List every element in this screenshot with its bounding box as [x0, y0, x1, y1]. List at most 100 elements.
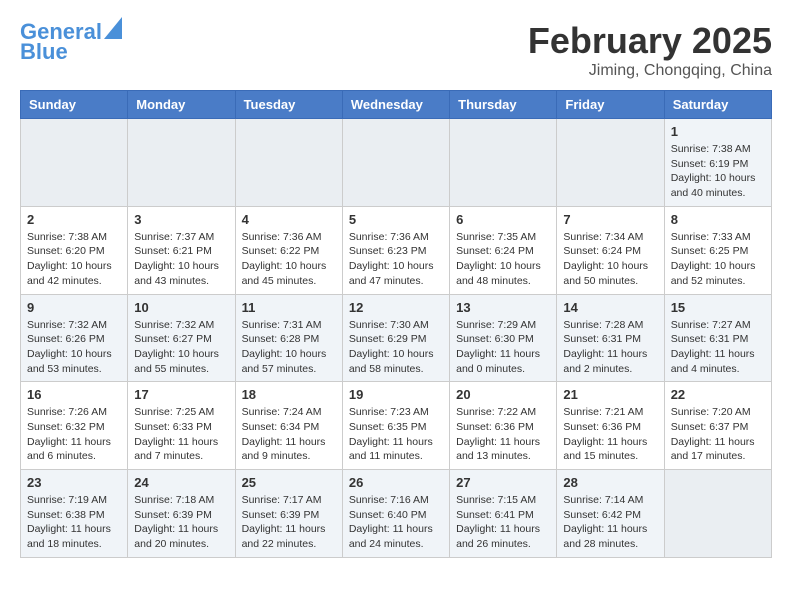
- day-info: Sunrise: 7:24 AM Sunset: 6:34 PM Dayligh…: [242, 405, 336, 464]
- calendar-cell: 11 Sunrise: 7:31 AM Sunset: 6:28 PM Dayli…: [235, 294, 342, 382]
- day-number: 4: [242, 212, 336, 227]
- calendar-week-row: 16 Sunrise: 7:26 AM Sunset: 6:32 PM Dayli…: [21, 382, 772, 470]
- day-number: 13: [456, 300, 550, 315]
- day-info: Sunrise: 7:14 AM Sunset: 6:42 PM Dayligh…: [563, 493, 657, 552]
- day-number: 2: [27, 212, 121, 227]
- calendar-cell: 5Sunrise: 7:36 AM Sunset: 6:23 PM Daylig…: [342, 206, 449, 294]
- day-info: Sunrise: 7:16 AM Sunset: 6:40 PM Dayligh…: [349, 493, 443, 552]
- day-number: 3: [134, 212, 228, 227]
- day-info: Sunrise: 7:38 AM Sunset: 6:19 PM Dayligh…: [671, 142, 765, 201]
- calendar-cell: 4 Sunrise: 7:36 AM Sunset: 6:22 PM Daylig…: [235, 206, 342, 294]
- day-number: 27: [456, 475, 550, 490]
- day-info: Sunrise: 7:36 AM Sunset: 6:23 PM Dayligh…: [349, 230, 443, 289]
- day-info: Sunrise: 7:31 AM Sunset: 6:28 PM Dayligh…: [242, 318, 336, 377]
- day-info: Sunrise: 7:28 AM Sunset: 6:31 PM Dayligh…: [563, 318, 657, 377]
- logo: General Blue: [20, 20, 122, 64]
- day-number: 21: [563, 387, 657, 402]
- calendar-cell: 15 Sunrise: 7:27 AM Sunset: 6:31 PM Dayli…: [664, 294, 771, 382]
- day-number: 7: [563, 212, 657, 227]
- logo-arrow-icon: [104, 17, 122, 39]
- month-title: February 2025: [528, 20, 772, 62]
- day-number: 14: [563, 300, 657, 315]
- calendar-cell: 2 Sunrise: 7:38 AM Sunset: 6:20 PM Daylig…: [21, 206, 128, 294]
- day-info: Sunrise: 7:36 AM Sunset: 6:22 PM Dayligh…: [242, 230, 336, 289]
- day-number: 23: [27, 475, 121, 490]
- calendar-cell: 8Sunrise: 7:33 AM Sunset: 6:25 PM Daylig…: [664, 206, 771, 294]
- calendar-week-row: 1Sunrise: 7:38 AM Sunset: 6:19 PM Daylig…: [21, 119, 772, 207]
- day-number: 12: [349, 300, 443, 315]
- calendar-cell: 27 Sunrise: 7:15 AM Sunset: 6:41 PM Dayli…: [450, 470, 557, 558]
- calendar-cell: 6Sunrise: 7:35 AM Sunset: 6:24 PM Daylig…: [450, 206, 557, 294]
- calendar-cell: 13 Sunrise: 7:29 AM Sunset: 6:30 PM Dayli…: [450, 294, 557, 382]
- day-number: 20: [456, 387, 550, 402]
- calendar-cell: 23Sunrise: 7:19 AM Sunset: 6:38 PM Dayli…: [21, 470, 128, 558]
- calendar-cell: 7 Sunrise: 7:34 AM Sunset: 6:24 PM Daylig…: [557, 206, 664, 294]
- day-info: Sunrise: 7:37 AM Sunset: 6:21 PM Dayligh…: [134, 230, 228, 289]
- day-info: Sunrise: 7:21 AM Sunset: 6:36 PM Dayligh…: [563, 405, 657, 464]
- day-number: 8: [671, 212, 765, 227]
- weekday-header-wednesday: Wednesday: [342, 91, 449, 119]
- day-number: 6: [456, 212, 550, 227]
- day-info: Sunrise: 7:27 AM Sunset: 6:31 PM Dayligh…: [671, 318, 765, 377]
- calendar-cell: 10 Sunrise: 7:32 AM Sunset: 6:27 PM Dayli…: [128, 294, 235, 382]
- calendar-header-row: SundayMondayTuesdayWednesdayThursdayFrid…: [21, 91, 772, 119]
- location: Jiming, Chongqing, China: [528, 62, 772, 80]
- calendar-cell: 16 Sunrise: 7:26 AM Sunset: 6:32 PM Dayli…: [21, 382, 128, 470]
- day-number: 15: [671, 300, 765, 315]
- calendar-cell: [21, 119, 128, 207]
- calendar-cell: [342, 119, 449, 207]
- calendar-cell: 25 Sunrise: 7:17 AM Sunset: 6:39 PM Dayli…: [235, 470, 342, 558]
- day-info: Sunrise: 7:32 AM Sunset: 6:26 PM Dayligh…: [27, 318, 121, 377]
- calendar-cell: 20 Sunrise: 7:22 AM Sunset: 6:36 PM Dayli…: [450, 382, 557, 470]
- day-info: Sunrise: 7:18 AM Sunset: 6:39 PM Dayligh…: [134, 493, 228, 552]
- day-info: Sunrise: 7:29 AM Sunset: 6:30 PM Dayligh…: [456, 318, 550, 377]
- day-number: 26: [349, 475, 443, 490]
- day-number: 25: [242, 475, 336, 490]
- calendar-cell: 22 Sunrise: 7:20 AM Sunset: 6:37 PM Dayli…: [664, 382, 771, 470]
- weekday-header-thursday: Thursday: [450, 91, 557, 119]
- day-number: 9: [27, 300, 121, 315]
- weekday-header-sunday: Sunday: [21, 91, 128, 119]
- day-info: Sunrise: 7:20 AM Sunset: 6:37 PM Dayligh…: [671, 405, 765, 464]
- page-header: General Blue February 2025 Jiming, Chong…: [20, 20, 772, 80]
- weekday-header-monday: Monday: [128, 91, 235, 119]
- calendar-cell: 9 Sunrise: 7:32 AM Sunset: 6:26 PM Daylig…: [21, 294, 128, 382]
- day-info: Sunrise: 7:17 AM Sunset: 6:39 PM Dayligh…: [242, 493, 336, 552]
- calendar-cell: 18 Sunrise: 7:24 AM Sunset: 6:34 PM Dayli…: [235, 382, 342, 470]
- day-info: Sunrise: 7:15 AM Sunset: 6:41 PM Dayligh…: [456, 493, 550, 552]
- day-number: 16: [27, 387, 121, 402]
- weekday-header-tuesday: Tuesday: [235, 91, 342, 119]
- calendar-cell: 26 Sunrise: 7:16 AM Sunset: 6:40 PM Dayli…: [342, 470, 449, 558]
- day-number: 10: [134, 300, 228, 315]
- day-info: Sunrise: 7:38 AM Sunset: 6:20 PM Dayligh…: [27, 230, 121, 289]
- calendar-cell: 24 Sunrise: 7:18 AM Sunset: 6:39 PM Dayli…: [128, 470, 235, 558]
- title-block: February 2025 Jiming, Chongqing, China: [528, 20, 772, 80]
- calendar-cell: 21 Sunrise: 7:21 AM Sunset: 6:36 PM Dayli…: [557, 382, 664, 470]
- calendar-cell: [664, 470, 771, 558]
- day-number: 18: [242, 387, 336, 402]
- calendar-week-row: 9 Sunrise: 7:32 AM Sunset: 6:26 PM Daylig…: [21, 294, 772, 382]
- day-info: Sunrise: 7:34 AM Sunset: 6:24 PM Dayligh…: [563, 230, 657, 289]
- day-number: 24: [134, 475, 228, 490]
- calendar-cell: 19 Sunrise: 7:23 AM Sunset: 6:35 PM Dayli…: [342, 382, 449, 470]
- calendar-week-row: 23Sunrise: 7:19 AM Sunset: 6:38 PM Dayli…: [21, 470, 772, 558]
- day-info: Sunrise: 7:22 AM Sunset: 6:36 PM Dayligh…: [456, 405, 550, 464]
- day-number: 11: [242, 300, 336, 315]
- calendar-cell: 28 Sunrise: 7:14 AM Sunset: 6:42 PM Dayli…: [557, 470, 664, 558]
- day-number: 17: [134, 387, 228, 402]
- weekday-header-saturday: Saturday: [664, 91, 771, 119]
- calendar-cell: 12 Sunrise: 7:30 AM Sunset: 6:29 PM Dayli…: [342, 294, 449, 382]
- day-info: Sunrise: 7:32 AM Sunset: 6:27 PM Dayligh…: [134, 318, 228, 377]
- day-info: Sunrise: 7:26 AM Sunset: 6:32 PM Dayligh…: [27, 405, 121, 464]
- calendar-cell: 14 Sunrise: 7:28 AM Sunset: 6:31 PM Dayli…: [557, 294, 664, 382]
- day-number: 22: [671, 387, 765, 402]
- day-info: Sunrise: 7:23 AM Sunset: 6:35 PM Dayligh…: [349, 405, 443, 464]
- weekday-header-friday: Friday: [557, 91, 664, 119]
- calendar-cell: [128, 119, 235, 207]
- day-number: 28: [563, 475, 657, 490]
- day-info: Sunrise: 7:30 AM Sunset: 6:29 PM Dayligh…: [349, 318, 443, 377]
- day-info: Sunrise: 7:25 AM Sunset: 6:33 PM Dayligh…: [134, 405, 228, 464]
- day-number: 19: [349, 387, 443, 402]
- calendar-week-row: 2 Sunrise: 7:38 AM Sunset: 6:20 PM Daylig…: [21, 206, 772, 294]
- calendar-cell: 1Sunrise: 7:38 AM Sunset: 6:19 PM Daylig…: [664, 119, 771, 207]
